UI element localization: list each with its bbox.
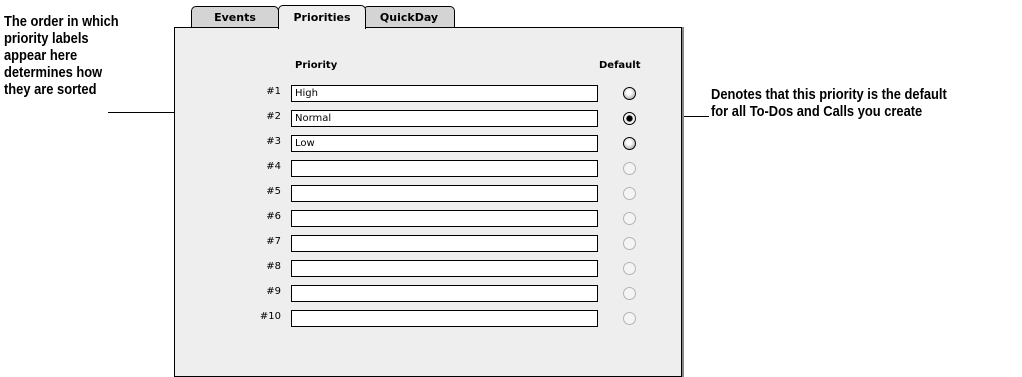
priority-number: #2 (266, 111, 281, 122)
default-radio-disabled (623, 162, 636, 175)
callout-left-line: they are sorted (4, 81, 97, 98)
priority-number: #9 (266, 286, 281, 297)
callout-left-line: priority labels (4, 30, 89, 47)
priority-number: #1 (266, 86, 281, 97)
priority-number: #8 (266, 261, 281, 272)
callout-left-line: The order in which (4, 13, 119, 30)
priority-number: #4 (266, 161, 281, 172)
default-radio-disabled (623, 287, 636, 300)
priority-label-field[interactable] (291, 85, 598, 102)
priority-number: #7 (266, 236, 281, 247)
callout-right-line: Denotes that this priority is the defaul… (711, 86, 947, 103)
priorities-panel: Priority Default #1 #2 #3 #4 #5 #6 #7 #8… (174, 27, 682, 377)
default-radio[interactable] (623, 87, 636, 100)
default-radio-disabled (623, 312, 636, 325)
tab-events[interactable]: Events (191, 6, 279, 28)
default-radio-disabled (623, 212, 636, 225)
priority-label-field[interactable] (291, 310, 598, 327)
default-radio[interactable] (623, 137, 636, 150)
callout-sort-order: The order in which priority labels appea… (4, 13, 119, 98)
priority-number: #6 (266, 211, 281, 222)
priority-label-field[interactable] (291, 135, 598, 152)
tab-quickday[interactable]: QuickDay (363, 6, 455, 28)
default-radio-disabled (623, 237, 636, 250)
priority-label-field[interactable] (291, 185, 598, 202)
priority-number: #3 (266, 136, 281, 147)
priority-label-field[interactable] (291, 210, 598, 227)
priority-label-field[interactable] (291, 160, 598, 177)
default-column-header: Default (599, 60, 641, 71)
priority-column-header: Priority (295, 60, 338, 71)
callout-right-line: for all To-Dos and Calls you create (711, 103, 923, 120)
tab-priorities[interactable]: Priorities (278, 5, 366, 29)
default-radio-selected[interactable] (623, 112, 636, 125)
callout-default: Denotes that this priority is the defaul… (711, 86, 947, 120)
priority-number: #10 (259, 311, 281, 322)
priority-label-field[interactable] (291, 285, 598, 302)
priority-label-field[interactable] (291, 235, 598, 252)
priority-label-field[interactable] (291, 260, 598, 277)
default-radio-disabled (623, 187, 636, 200)
callout-left-line: appear here (4, 47, 78, 64)
priority-label-field[interactable] (291, 110, 598, 127)
default-radio-disabled (623, 262, 636, 275)
callout-left-line: determines how (4, 64, 103, 81)
priority-number: #5 (266, 186, 281, 197)
